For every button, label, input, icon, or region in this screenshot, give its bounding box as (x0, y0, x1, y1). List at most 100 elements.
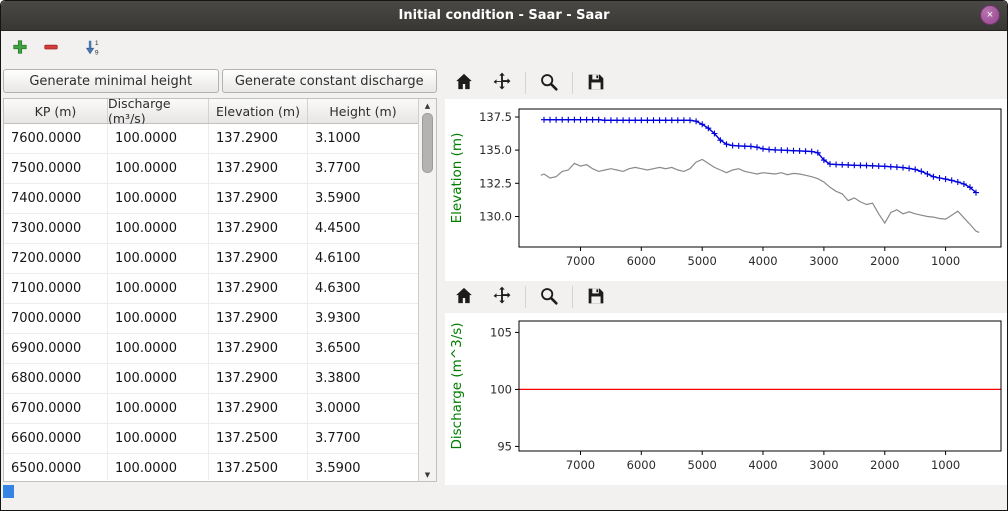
column-header[interactable]: KP (m) (4, 99, 108, 123)
home-button[interactable] (449, 283, 479, 311)
window-title: Initial condition - Saar - Saar (1, 8, 1007, 23)
table-cell[interactable]: 6700.0000 (4, 394, 108, 423)
table-cell[interactable]: 100.0000 (108, 184, 209, 213)
table-cell[interactable]: 100.0000 (108, 214, 209, 243)
table-cell[interactable]: 137.2900 (209, 274, 308, 303)
scroll-down-button[interactable]: ▼ (419, 468, 436, 481)
table-cell[interactable]: 137.2900 (209, 364, 308, 393)
table-cell[interactable]: 3.9300 (308, 304, 418, 333)
plus-icon (10, 37, 30, 60)
y-tick-label: 132.5 (479, 176, 512, 190)
table-cell[interactable]: 100.0000 (108, 424, 209, 453)
discharge-plot-toolbar (445, 281, 1007, 313)
table-row[interactable]: 7500.0000100.0000137.29003.7700 (4, 154, 418, 184)
table-cell[interactable]: 4.4500 (308, 214, 418, 243)
toolbar-separator (572, 72, 573, 94)
column-header[interactable]: Discharge (m³/s) (108, 99, 209, 123)
table-cell[interactable]: 6600.0000 (4, 424, 108, 453)
table-cell[interactable]: 100.0000 (108, 274, 209, 303)
table-cell[interactable]: 3.5900 (308, 454, 418, 480)
zoom-button[interactable] (534, 69, 564, 97)
save-button[interactable] (581, 69, 611, 97)
table-cell[interactable]: 7300.0000 (4, 214, 108, 243)
table-cell[interactable]: 137.2900 (209, 184, 308, 213)
table-cell[interactable]: 7200.0000 (4, 244, 108, 273)
pan-button[interactable] (487, 283, 517, 311)
table-cell[interactable]: 100.0000 (108, 124, 209, 153)
table-cell[interactable]: 100.0000 (108, 334, 209, 363)
table-row[interactable]: 6800.0000100.0000137.29003.3800 (4, 364, 418, 394)
table-horizontal-scrollbar-thumb[interactable] (3, 485, 14, 498)
titlebar[interactable]: Initial condition - Saar - Saar × (1, 1, 1007, 31)
elevation-chart[interactable]: 7000600050004000300020001000130.0132.513… (445, 99, 1008, 281)
generate-minimal-height-button[interactable]: Generate minimal height (3, 69, 219, 93)
table-cell[interactable]: 3.0000 (308, 394, 418, 423)
table-cell[interactable]: 137.2900 (209, 334, 308, 363)
table-cell[interactable]: 137.2900 (209, 154, 308, 183)
table-cell[interactable]: 137.2900 (209, 214, 308, 243)
x-tick-label: 3000 (809, 254, 838, 268)
generate-constant-discharge-button[interactable]: Generate constant discharge (222, 69, 438, 93)
table-cell[interactable]: 3.5900 (308, 184, 418, 213)
table-cell[interactable]: 3.3800 (308, 364, 418, 393)
y-axis-label: Elevation (m) (449, 133, 465, 224)
table-cell[interactable]: 7500.0000 (4, 154, 108, 183)
discharge-chart[interactable]: 700060005000400030002000100095100105Disc… (445, 313, 1008, 485)
table-cell[interactable]: 3.7700 (308, 424, 418, 453)
table-row[interactable]: 7300.0000100.0000137.29004.4500 (4, 214, 418, 244)
table-cell[interactable]: 4.6100 (308, 244, 418, 273)
remove-row-button[interactable] (37, 34, 65, 62)
scroll-up-button[interactable]: ▲ (419, 99, 436, 112)
table-row[interactable]: 7600.0000100.0000137.29003.1000 (4, 124, 418, 154)
add-row-button[interactable] (6, 34, 34, 62)
table-row[interactable]: 7400.0000100.0000137.29003.5900 (4, 184, 418, 214)
table-row[interactable]: 6500.0000100.0000137.25003.5900 (4, 454, 418, 480)
table-cell[interactable]: 4.6300 (308, 274, 418, 303)
table-row[interactable]: 7200.0000100.0000137.29004.6100 (4, 244, 418, 274)
main-toolbar: 1 9 (1, 31, 1007, 65)
table-cell[interactable]: 137.2900 (209, 244, 308, 273)
table-row[interactable]: 6900.0000100.0000137.29003.6500 (4, 334, 418, 364)
pan-button[interactable] (487, 69, 517, 97)
table-cell[interactable]: 7600.0000 (4, 124, 108, 153)
close-icon: × (987, 9, 993, 21)
table-cell[interactable]: 7000.0000 (4, 304, 108, 333)
table-cell[interactable]: 6500.0000 (4, 454, 108, 480)
table-cell[interactable]: 7100.0000 (4, 274, 108, 303)
table-cell[interactable]: 100.0000 (108, 394, 209, 423)
table-cell[interactable]: 137.2900 (209, 124, 308, 153)
table-vertical-scrollbar[interactable]: ▲ ▼ (418, 99, 436, 481)
table-cell[interactable]: 100.0000 (108, 364, 209, 393)
table-cell[interactable]: 100.0000 (108, 244, 209, 273)
close-button[interactable]: × (980, 5, 1000, 25)
table-cell[interactable]: 137.2500 (209, 424, 308, 453)
table-row[interactable]: 6600.0000100.0000137.25003.7700 (4, 424, 418, 454)
table-cell[interactable]: 137.2900 (209, 394, 308, 423)
table-cell[interactable]: 137.2900 (209, 304, 308, 333)
table-row[interactable]: 7100.0000100.0000137.29004.6300 (4, 274, 418, 304)
save-button[interactable] (581, 283, 611, 311)
column-header[interactable]: Height (m) (308, 99, 418, 123)
y-tick-label: 95 (497, 439, 512, 453)
table-cell[interactable]: 3.6500 (308, 334, 418, 363)
table-cell[interactable]: 137.2500 (209, 454, 308, 480)
table-row[interactable]: 6700.0000100.0000137.29003.0000 (4, 394, 418, 424)
zoom-button[interactable] (534, 283, 564, 311)
table-cell[interactable]: 100.0000 (108, 154, 209, 183)
table-cell[interactable]: 3.7700 (308, 154, 418, 183)
initial-condition-table: KP (m)Discharge (m³/s)Elevation (m)Heigh… (3, 98, 437, 482)
table-cell[interactable]: 6900.0000 (4, 334, 108, 363)
window: Initial condition - Saar - Saar × 1 9 (0, 0, 1008, 511)
home-button[interactable] (449, 69, 479, 97)
sort-button[interactable]: 1 9 (79, 34, 107, 62)
table-cell[interactable]: 3.1000 (308, 124, 418, 153)
table-cell[interactable]: 6800.0000 (4, 364, 108, 393)
table-cell[interactable]: 100.0000 (108, 454, 209, 480)
save-icon (585, 285, 607, 310)
table-cell[interactable]: 7400.0000 (4, 184, 108, 213)
column-header[interactable]: Elevation (m) (209, 99, 308, 123)
scrollbar-thumb[interactable] (422, 113, 433, 173)
magnifier-icon (538, 71, 560, 96)
table-cell[interactable]: 100.0000 (108, 304, 209, 333)
table-row[interactable]: 7000.0000100.0000137.29003.9300 (4, 304, 418, 334)
